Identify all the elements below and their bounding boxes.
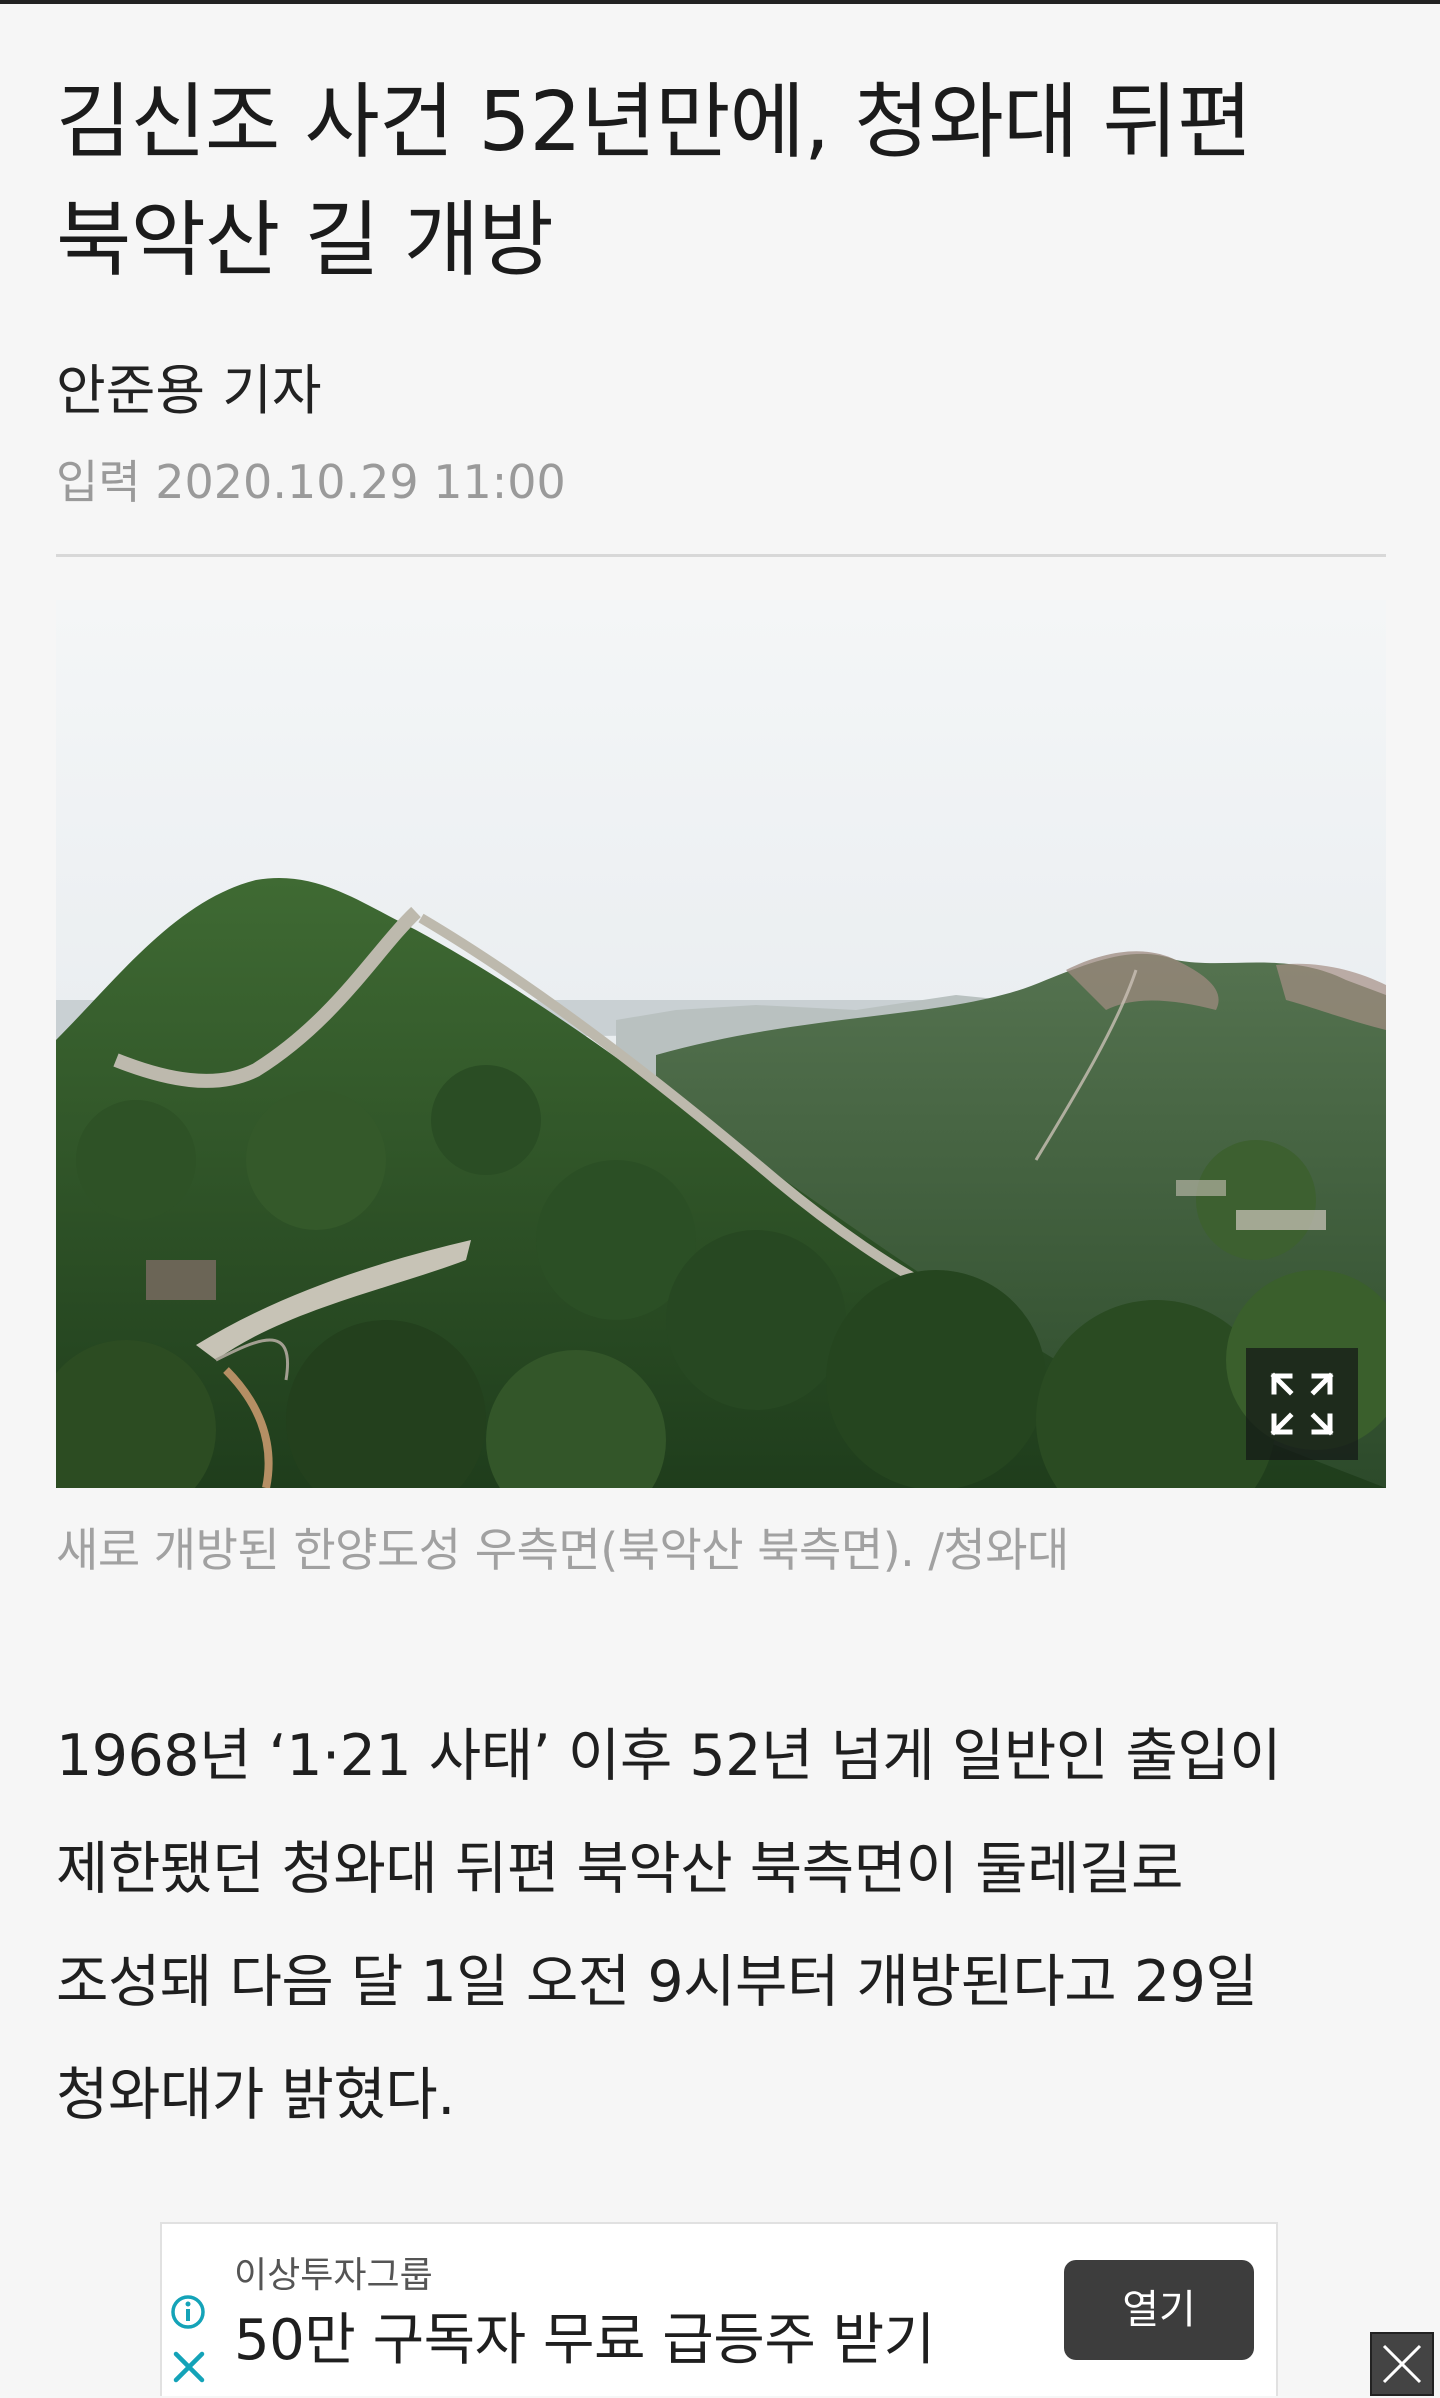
top-border <box>0 0 1440 4</box>
body-line: 청와대가 밝혔다. <box>56 2062 455 2128</box>
photo-caption: 새로 개방된 한양도성 우측면(북악산 북측면). /청와대 <box>56 1523 1069 1577</box>
ad-sponsor: 이상투자그룹 <box>234 2255 433 2296</box>
article-headline: 김신조 사건 52년만에, 청와대 뒤편북악산 길 개방 <box>56 64 1386 300</box>
expand-icon <box>1270 1372 1334 1436</box>
info-icon[interactable] <box>170 2294 206 2330</box>
body-line: 조성돼 다음 달 1일 오전 9시부터 개방된다고 29일 <box>56 1949 1258 2015</box>
ad-close-icon[interactable] <box>170 2348 208 2386</box>
headline-line-1: 김신조 사건 52년만에, 청와대 뒤편 <box>56 75 1252 170</box>
divider <box>56 554 1386 557</box>
article-byline: 안준용 기자 <box>56 359 322 422</box>
article-body: 1968년 ‘1·21 사태’ 이후 52년 넘게 일반인 출입이제한됐던 청와… <box>56 1700 1396 2152</box>
article-photo[interactable] <box>56 600 1386 1488</box>
corner-close-button[interactable] <box>1370 2332 1434 2396</box>
body-line: 1968년 ‘1·21 사태’ 이후 52년 넘게 일반인 출입이 <box>56 1723 1282 1789</box>
headline-line-2: 북악산 길 개방 <box>56 193 554 288</box>
close-icon <box>1382 2344 1422 2384</box>
ad-banner[interactable]: 이상투자그룹 50만 구독자 무료 급등주 받기 열기 <box>160 2222 1278 2396</box>
mountain-photo <box>56 600 1386 1488</box>
ad-headline[interactable]: 50만 구독자 무료 급등주 받기 <box>234 2306 935 2376</box>
ad-open-button[interactable]: 열기 <box>1064 2260 1254 2360</box>
expand-photo-button[interactable] <box>1246 1348 1358 1460</box>
body-line: 제한됐던 청와대 뒤편 북악산 북측면이 둘레길로 <box>56 1836 1183 1902</box>
publish-date: 입력 2020.10.29 11:00 <box>56 455 566 509</box>
